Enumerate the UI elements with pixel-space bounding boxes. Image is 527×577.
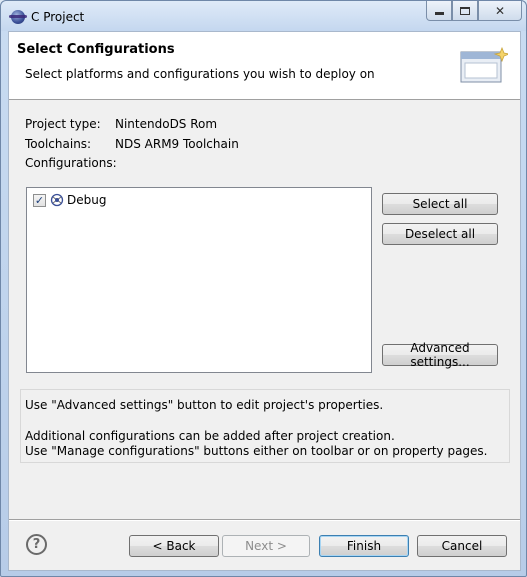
close-button[interactable]: ✕: [478, 1, 522, 21]
page-title: Select Configurations: [17, 42, 175, 57]
message-line-3: Use "Manage configurations" buttons eith…: [25, 444, 488, 458]
configurations-list[interactable]: ✓ Debug: [26, 187, 372, 373]
info-message-box: Use "Advanced settings" button to edit p…: [20, 389, 510, 463]
minimize-button[interactable]: [426, 1, 452, 21]
close-icon: ✕: [494, 3, 506, 18]
help-icon[interactable]: ?: [26, 534, 47, 555]
toolchains-value: NDS ARM9 Toolchain: [115, 137, 239, 151]
list-item[interactable]: ✓ Debug: [33, 193, 106, 207]
page-description: Select platforms and configurations you …: [25, 67, 375, 81]
window-controls: ✕: [426, 1, 522, 21]
footer-separator: [9, 519, 520, 521]
dialog-content: Select Configurations Select platforms a…: [8, 31, 521, 571]
config-label-debug: Debug: [67, 193, 107, 207]
deselect-all-button[interactable]: Deselect all: [382, 223, 498, 245]
advanced-settings-button[interactable]: Advanced settings...: [382, 341, 498, 369]
wizard-header: Select Configurations Select platforms a…: [9, 32, 520, 100]
minimize-icon: [434, 12, 444, 15]
cancel-button[interactable]: Cancel: [417, 535, 507, 557]
message-line-2: Additional configurations can be added a…: [25, 429, 395, 443]
window-title: C Project: [31, 10, 85, 24]
back-button[interactable]: < Back: [129, 535, 219, 557]
message-line-1: Use "Advanced settings" button to edit p…: [25, 398, 384, 412]
maximize-icon: [460, 6, 470, 15]
project-type-value: NintendoDS Rom: [115, 117, 218, 131]
configurations-label: Configurations:: [25, 156, 117, 170]
eclipse-app-icon: [9, 10, 27, 24]
finish-button[interactable]: Finish: [319, 535, 409, 557]
next-button[interactable]: Next >: [222, 535, 310, 557]
maximize-button[interactable]: [452, 1, 478, 21]
dialog-window: C Project ✕ Select Configurations Select…: [0, 0, 527, 577]
wizard-banner-icon: [460, 46, 508, 83]
debug-config-icon: [50, 193, 64, 207]
debug-checkbox[interactable]: ✓: [33, 193, 46, 207]
title-bar[interactable]: C Project ✕: [1, 1, 526, 31]
project-type-label: Project type:: [25, 117, 101, 131]
toolchains-label: Toolchains:: [25, 137, 92, 151]
select-all-button[interactable]: Select all: [382, 193, 498, 215]
